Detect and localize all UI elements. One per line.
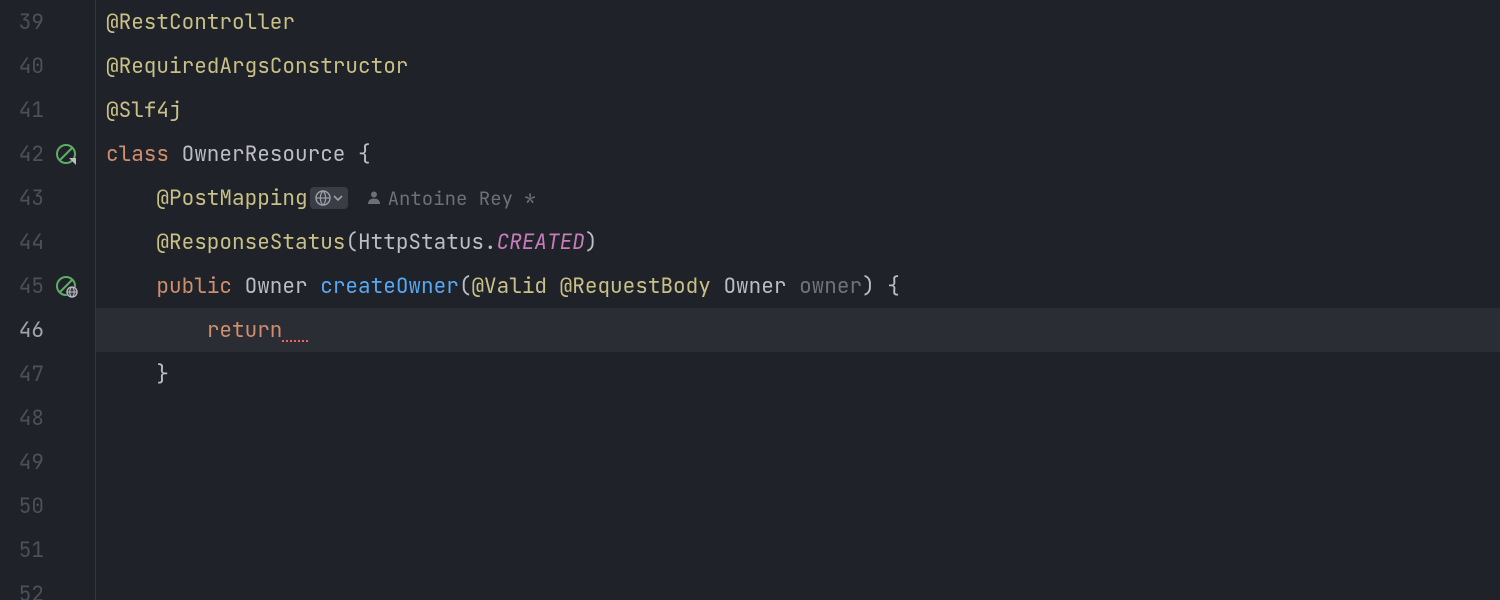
code-token: .: [484, 232, 497, 253]
code-token: ): [585, 232, 598, 253]
code-line[interactable]: return: [96, 308, 1500, 352]
code-token: owner: [799, 276, 862, 297]
gutter-row[interactable]: 51: [0, 528, 95, 572]
code-line[interactable]: [96, 396, 1500, 440]
code-token: CREATED: [497, 232, 585, 253]
code-token: (: [459, 276, 472, 297]
line-number: 46: [0, 320, 52, 341]
gutter-row[interactable]: 52: [0, 572, 95, 600]
code-line[interactable]: [96, 572, 1500, 600]
code-token: @RequestBody: [560, 276, 724, 297]
code-editor[interactable]: 39 40 41 42 43 44 45 46 47 48 49 50 51 52 @RestContro…: [0, 0, 1500, 600]
author-inlay[interactable]: Antoine Rey *: [366, 189, 536, 208]
url-mapping-pill[interactable]: [310, 187, 348, 209]
line-number: 45: [0, 276, 52, 297]
error-squiggle: [282, 318, 307, 342]
code-area[interactable]: @RestController @RequiredArgsConstructor @…: [96, 0, 1500, 600]
gutter-row[interactable]: 42: [0, 132, 95, 176]
code-line[interactable]: @PostMapping Antoine Rey *: [96, 176, 1500, 220]
gutter-row[interactable]: 49: [0, 440, 95, 484]
code-token: class: [106, 144, 182, 165]
code-line[interactable]: [96, 440, 1500, 484]
line-number: 51: [0, 540, 52, 561]
author-icon: [366, 189, 388, 208]
line-number: 52: [0, 584, 52, 600]
gutter-row[interactable]: 45: [0, 264, 95, 308]
code-token: {: [358, 144, 371, 165]
code-line[interactable]: public Owner createOwner(@Valid @Request…: [96, 264, 1500, 308]
gutter[interactable]: 39 40 41 42 43 44 45 46 47 48 49 50 51 52: [0, 0, 96, 600]
gutter-row[interactable]: 46: [0, 308, 95, 352]
code-token: public: [156, 276, 244, 297]
code-token: Owner: [723, 276, 799, 297]
gutter-row[interactable]: 41: [0, 88, 95, 132]
line-number: 49: [0, 452, 52, 473]
coverage-icon[interactable]: [54, 142, 78, 166]
code-token: createOwner: [320, 276, 459, 297]
code-token: @RestController: [106, 12, 295, 33]
line-number: 44: [0, 232, 52, 253]
code-token: HttpStatus: [358, 232, 484, 253]
code-token: Owner: [245, 276, 321, 297]
line-number: 40: [0, 56, 52, 77]
code-line[interactable]: @RestController: [96, 0, 1500, 44]
code-line[interactable]: }: [96, 352, 1500, 396]
line-number: 42: [0, 144, 52, 165]
code-token: @PostMapping: [156, 188, 307, 209]
line-number: 41: [0, 100, 52, 121]
code-token: return: [207, 320, 283, 341]
code-line[interactable]: [96, 484, 1500, 528]
gutter-row[interactable]: 50: [0, 484, 95, 528]
code-token: @ResponseStatus: [156, 232, 345, 253]
line-number: 47: [0, 364, 52, 385]
endpoint-globe-icon[interactable]: [54, 274, 78, 298]
gutter-row[interactable]: 43: [0, 176, 95, 220]
code-token: @Slf4j: [106, 100, 182, 121]
code-line[interactable]: @RequiredArgsConstructor: [96, 44, 1500, 88]
gutter-row[interactable]: 47: [0, 352, 95, 396]
code-token: (: [345, 232, 358, 253]
author-inlay-text: Antoine Rey *: [388, 189, 536, 208]
code-line[interactable]: [96, 528, 1500, 572]
line-number: 50: [0, 496, 52, 517]
gutter-row[interactable]: 39: [0, 0, 95, 44]
code-token: OwnerResource: [182, 144, 358, 165]
code-token: @RequiredArgsConstructor: [106, 56, 408, 77]
gutter-row[interactable]: 44: [0, 220, 95, 264]
code-token: @Valid: [471, 276, 559, 297]
line-number: 48: [0, 408, 52, 429]
code-line[interactable]: @ResponseStatus(HttpStatus.CREATED): [96, 220, 1500, 264]
line-number: 39: [0, 12, 52, 33]
code-token: }: [156, 364, 169, 385]
code-line[interactable]: class OwnerResource {: [96, 132, 1500, 176]
code-line[interactable]: @Slf4j: [96, 88, 1500, 132]
code-token: ) {: [862, 276, 900, 297]
gutter-row[interactable]: 40: [0, 44, 95, 88]
gutter-row[interactable]: 48: [0, 396, 95, 440]
line-number: 43: [0, 188, 52, 209]
